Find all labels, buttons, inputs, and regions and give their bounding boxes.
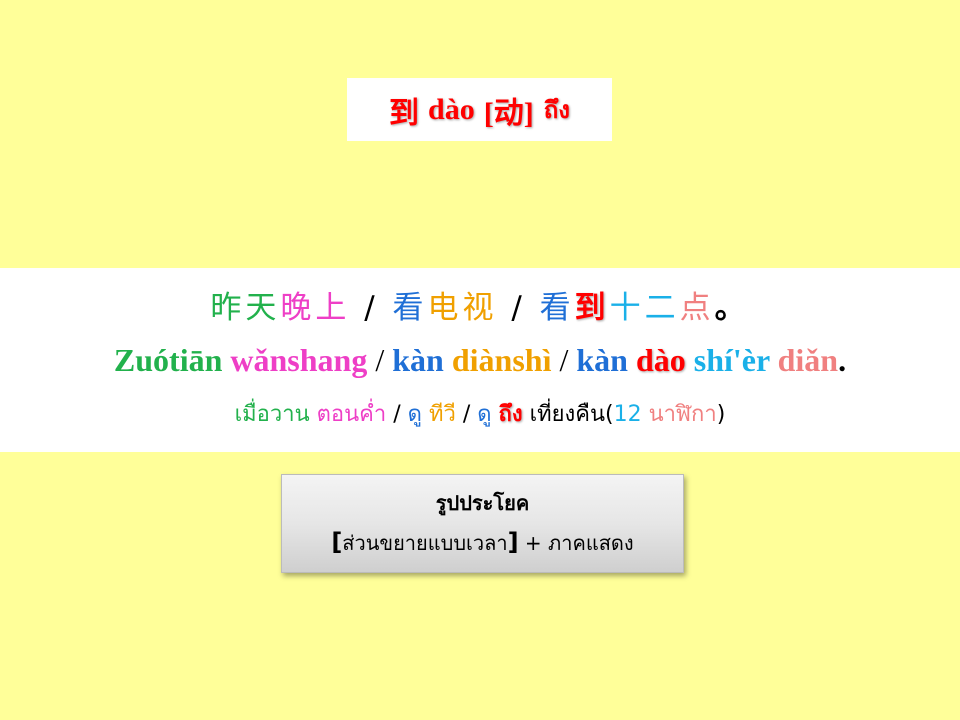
separator: /: [559, 342, 569, 378]
pinyin-word: kàn: [576, 342, 628, 378]
separator: /: [511, 290, 526, 326]
close-bracket: ]: [507, 528, 519, 556]
sentence-thai-line: เมื่อวาน ตอนค่ำ / ดู ทีวี / ดู ถึง เที่ย…: [0, 396, 960, 431]
thai-keyword: ถึง: [498, 402, 523, 427]
pattern-adverbial: ส่วนขยายแบบเวลา: [342, 531, 508, 555]
pattern-formula: [ส่วนขยายแบบเวลา] + ภาคแสดง: [282, 527, 683, 559]
full-stop: 。: [714, 290, 750, 326]
sentence-pinyin-line: Zuótiān wǎnshang / kàn diànshì / kàn dào…: [0, 342, 960, 379]
hanzi-word: 十二: [609, 290, 680, 326]
pinyin-word: shí'èr: [693, 342, 770, 378]
separator: /: [393, 402, 401, 427]
thai-word: เที่ยงคืน: [529, 402, 606, 427]
hanzi-word: 昨天: [210, 290, 281, 326]
sentence-hanzi-line: 昨天晚上 / 看电视 / 看到十二点。: [0, 282, 960, 327]
pinyin-word: diànshì: [451, 342, 552, 378]
pattern-predicate: ภาคแสดง: [548, 531, 634, 555]
title-thai-meaning: ถึง: [543, 96, 570, 124]
title-pinyin: dào: [428, 92, 475, 126]
full-stop: .: [838, 342, 847, 378]
thai-word: ดู: [407, 402, 422, 427]
hanzi-word: 看: [539, 290, 575, 326]
hanzi-word: 晚上: [280, 290, 351, 326]
hanzi-word: 电视: [427, 290, 498, 326]
vocab-title-box: 到 dào [动] ถึง: [347, 78, 612, 141]
separator: /: [364, 290, 379, 326]
thai-word: นาฬิกา: [648, 402, 717, 427]
example-sentence-band: 昨天晚上 / 看电视 / 看到十二点。 Zuótiān wǎnshang / k…: [0, 268, 960, 452]
close-paren: ): [716, 402, 726, 427]
sentence-pattern-box: รูปประโยค [ส่วนขยายแบบเวลา] + ภาคแสดง: [281, 474, 684, 573]
title-hanzi: 到: [389, 95, 420, 131]
pinyin-word: diǎn: [777, 342, 839, 378]
open-bracket: [: [331, 528, 343, 556]
pinyin-keyword: dào: [635, 342, 686, 378]
hanzi-word: 看: [392, 290, 428, 326]
thai-word: ดู: [477, 402, 492, 427]
pattern-title: รูปประโยค: [435, 491, 530, 515]
pinyin-word: kàn: [392, 342, 444, 378]
pinyin-word: wǎnshang: [230, 342, 368, 378]
open-paren: (: [605, 402, 614, 427]
title-part-of-speech: [动]: [483, 96, 534, 130]
plus-sign: +: [524, 531, 542, 555]
pinyin-word: Zuótiān: [113, 342, 223, 378]
separator: /: [375, 342, 385, 378]
separator: /: [462, 402, 471, 427]
thai-word: ตอนค่ำ: [316, 402, 387, 427]
thai-word: ทีวี: [428, 402, 456, 427]
hanzi-keyword: 到: [574, 290, 610, 326]
thai-number: 12: [613, 402, 642, 427]
thai-word: เมื่อวาน: [234, 402, 310, 427]
hanzi-word: 点: [679, 290, 715, 326]
